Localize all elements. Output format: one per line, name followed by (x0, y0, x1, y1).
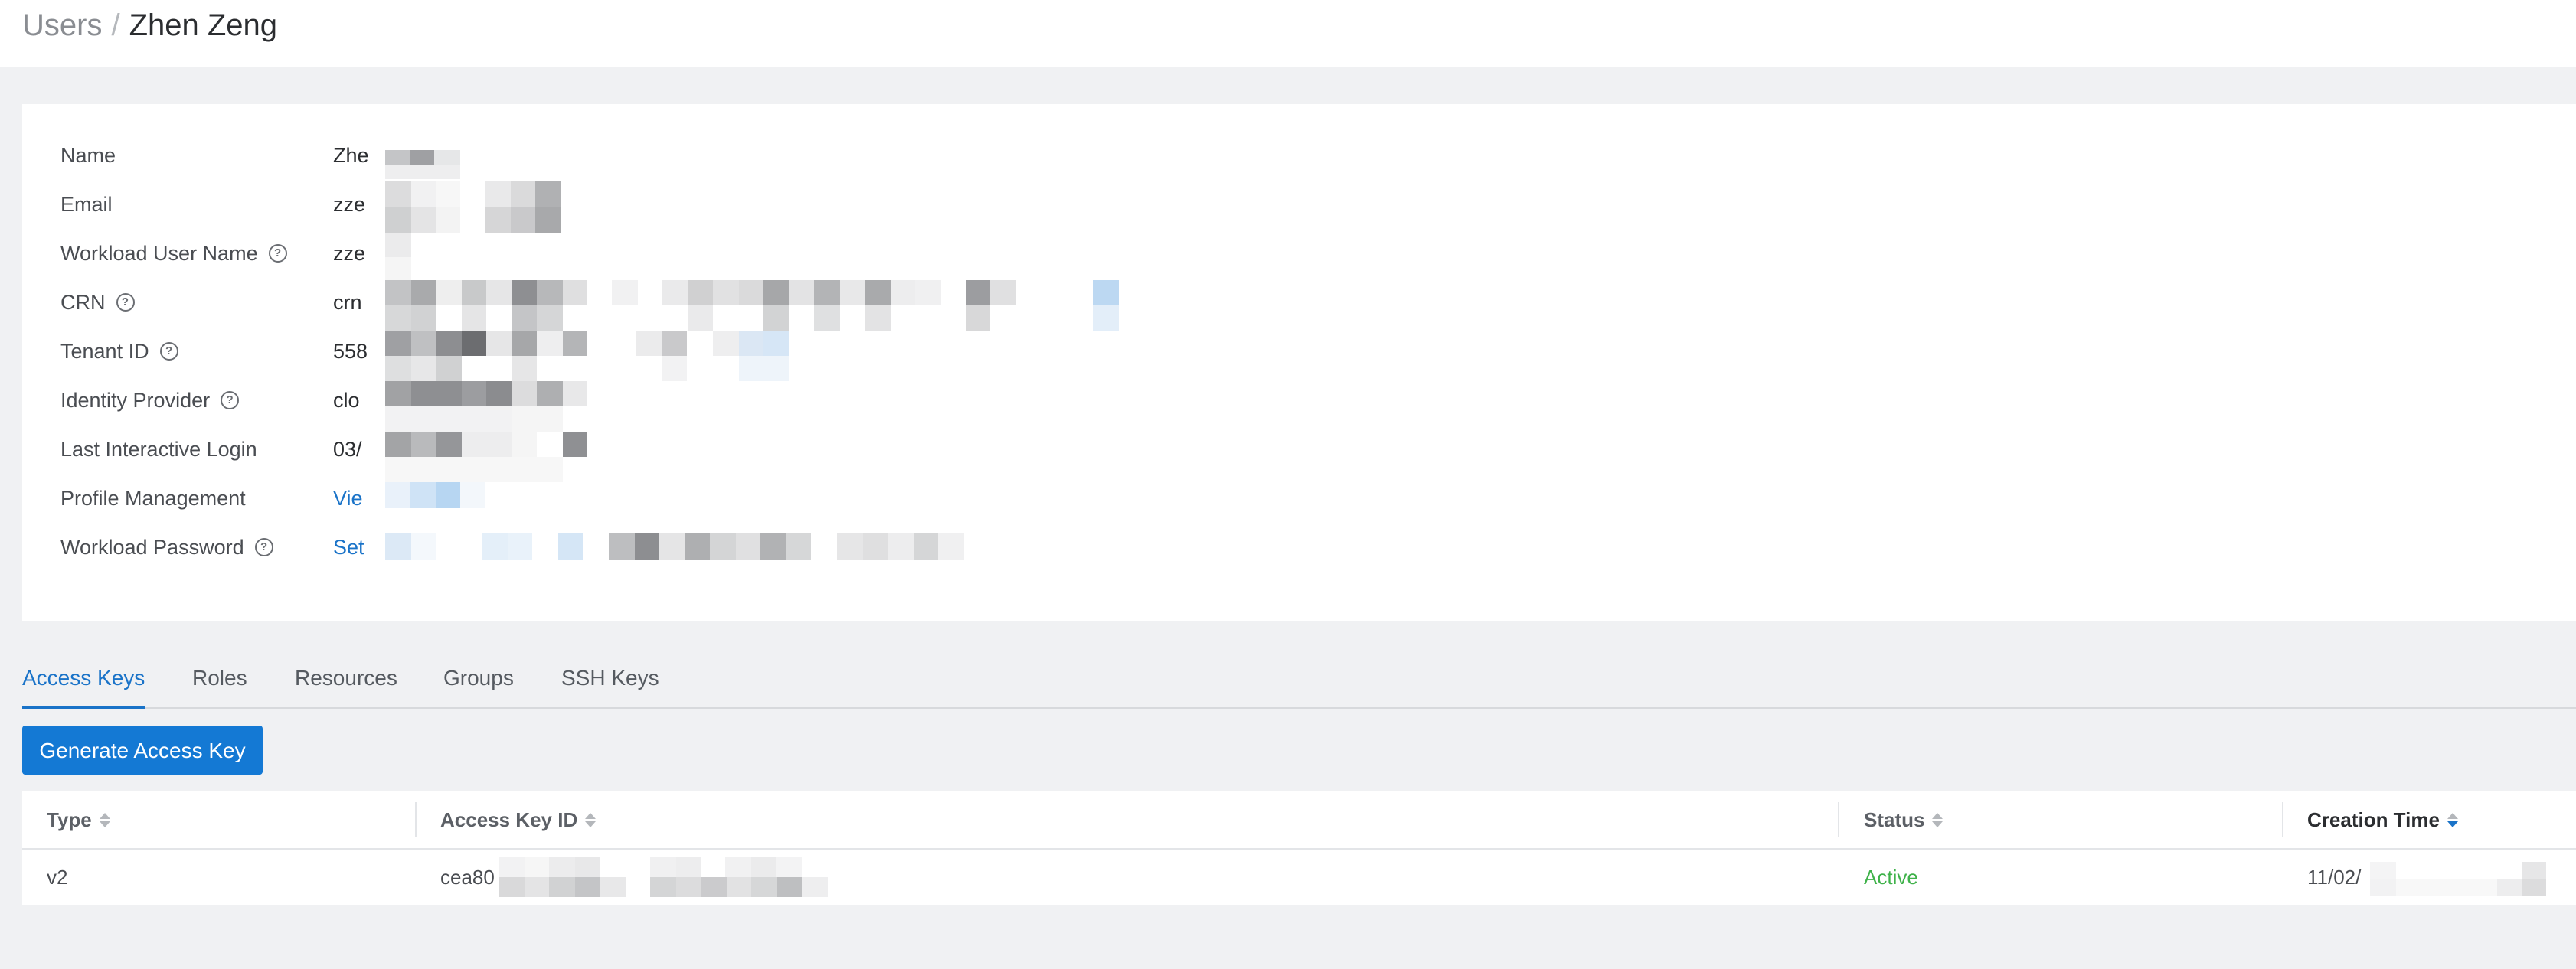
redacted-workload-password (385, 533, 967, 560)
field-label-text: Profile Management (60, 487, 246, 510)
column-header-label: Status (1864, 808, 1925, 831)
question-circle-icon[interactable]: ? (268, 243, 287, 263)
cell-type: v2 (47, 866, 68, 889)
set-workload-password-link[interactable]: Set (333, 534, 364, 560)
sort-icon[interactable] (99, 812, 110, 827)
field-label-text: Tenant ID (60, 340, 149, 363)
field-label-text: Name (60, 144, 116, 167)
redacted-profile-link (385, 482, 485, 511)
column-header-creation-time[interactable]: Creation Time (2307, 791, 2458, 848)
table-header: Type Access Key ID Status Creation Time (22, 791, 2576, 850)
column-header-access-key-id[interactable]: Access Key ID (440, 791, 597, 848)
column-divider[interactable] (2282, 802, 2283, 837)
column-header-label: Creation Time (2307, 808, 2440, 831)
breadcrumb-separator: / (111, 8, 120, 42)
redacted-name (385, 150, 485, 179)
sort-icon[interactable] (1932, 812, 1943, 827)
generate-access-key-button[interactable]: Generate Access Key (22, 726, 263, 775)
page-title: Zhen Zeng (129, 8, 278, 42)
field-label-text: CRN (60, 291, 106, 314)
field-label-workload-user-name: Workload User Name? (60, 240, 287, 266)
question-circle-icon[interactable]: ? (116, 292, 135, 312)
field-label-name: Name (60, 142, 116, 168)
field-value-crn: crn (333, 291, 362, 314)
redacted-access-key-id (499, 857, 843, 897)
field-label-workload-password: Workload Password? (60, 534, 273, 560)
field-value-last-interactive-login: 03/ (333, 438, 362, 461)
column-header-type[interactable]: Type (47, 791, 110, 848)
field-label-email: Email (60, 191, 113, 217)
tab-access-keys[interactable]: Access Keys (22, 666, 145, 709)
user-details-card: Name Zhe Email zze Workload User Name? z… (22, 104, 2576, 621)
field-label-text: Email (60, 193, 113, 216)
redacted-crn (385, 280, 1120, 331)
sort-icon[interactable] (585, 812, 597, 827)
field-value-workload-user-name: zze (333, 242, 366, 265)
field-value-name: Zhe (333, 144, 369, 167)
field-label-tenant-id: Tenant ID? (60, 338, 178, 364)
access-keys-table: Type Access Key ID Status Creation Time … (22, 791, 2576, 905)
view-profile-link[interactable]: Vie (333, 485, 363, 511)
redacted-last-login (385, 432, 592, 482)
tab-ssh-keys[interactable]: SSH Keys (561, 666, 659, 706)
field-label-profile-management: Profile Management (60, 485, 246, 511)
cell-creation-time: 11/02/ (2307, 866, 2362, 889)
field-value-identity-provider: clo (333, 389, 360, 412)
tab-resources[interactable]: Resources (295, 666, 397, 706)
field-label-identity-provider: Identity Provider? (60, 387, 240, 413)
redacted-workload-user-name (385, 233, 431, 282)
field-label-text: Identity Provider (60, 389, 211, 412)
field-value-email: zze (333, 193, 366, 216)
column-header-label: Type (47, 808, 92, 831)
breadcrumb-users-link[interactable]: Users (22, 8, 102, 42)
column-divider[interactable] (415, 802, 417, 837)
question-circle-icon[interactable]: ? (221, 390, 240, 409)
field-label-text: Last Interactive Login (60, 438, 257, 461)
column-header-status[interactable]: Status (1864, 791, 1943, 848)
tab-roles[interactable]: Roles (192, 666, 247, 706)
sort-descending-icon[interactable] (2447, 812, 2458, 827)
field-label-text: Workload User Name (60, 242, 258, 265)
question-circle-icon[interactable]: ? (159, 341, 178, 361)
status-badge: Active (1864, 866, 1918, 889)
tab-groups[interactable]: Groups (443, 666, 514, 706)
column-header-label: Access Key ID (440, 808, 578, 831)
column-divider[interactable] (1838, 802, 1839, 837)
redacted-creation-time (2370, 862, 2561, 896)
redacted-email (385, 181, 561, 233)
cell-access-key-id: cea80 (440, 866, 495, 889)
field-label-crn: CRN? (60, 289, 135, 315)
field-label-last-interactive-login: Last Interactive Login (60, 436, 257, 462)
user-tabs: Access Keys Roles Resources Groups SSH K… (22, 658, 2576, 709)
redacted-identity-provider (385, 381, 615, 432)
question-circle-icon[interactable]: ? (254, 537, 273, 556)
field-label-text: Workload Password (60, 536, 244, 559)
table-row[interactable]: v2 cea80 Active 11/02/ (22, 850, 2576, 905)
page-header: Users / Zhen Zeng (0, 0, 2576, 67)
breadcrumb: Users / Zhen Zeng (22, 6, 277, 44)
field-value-tenant-id: 558 (333, 340, 368, 363)
redacted-tenant-id (385, 331, 814, 381)
